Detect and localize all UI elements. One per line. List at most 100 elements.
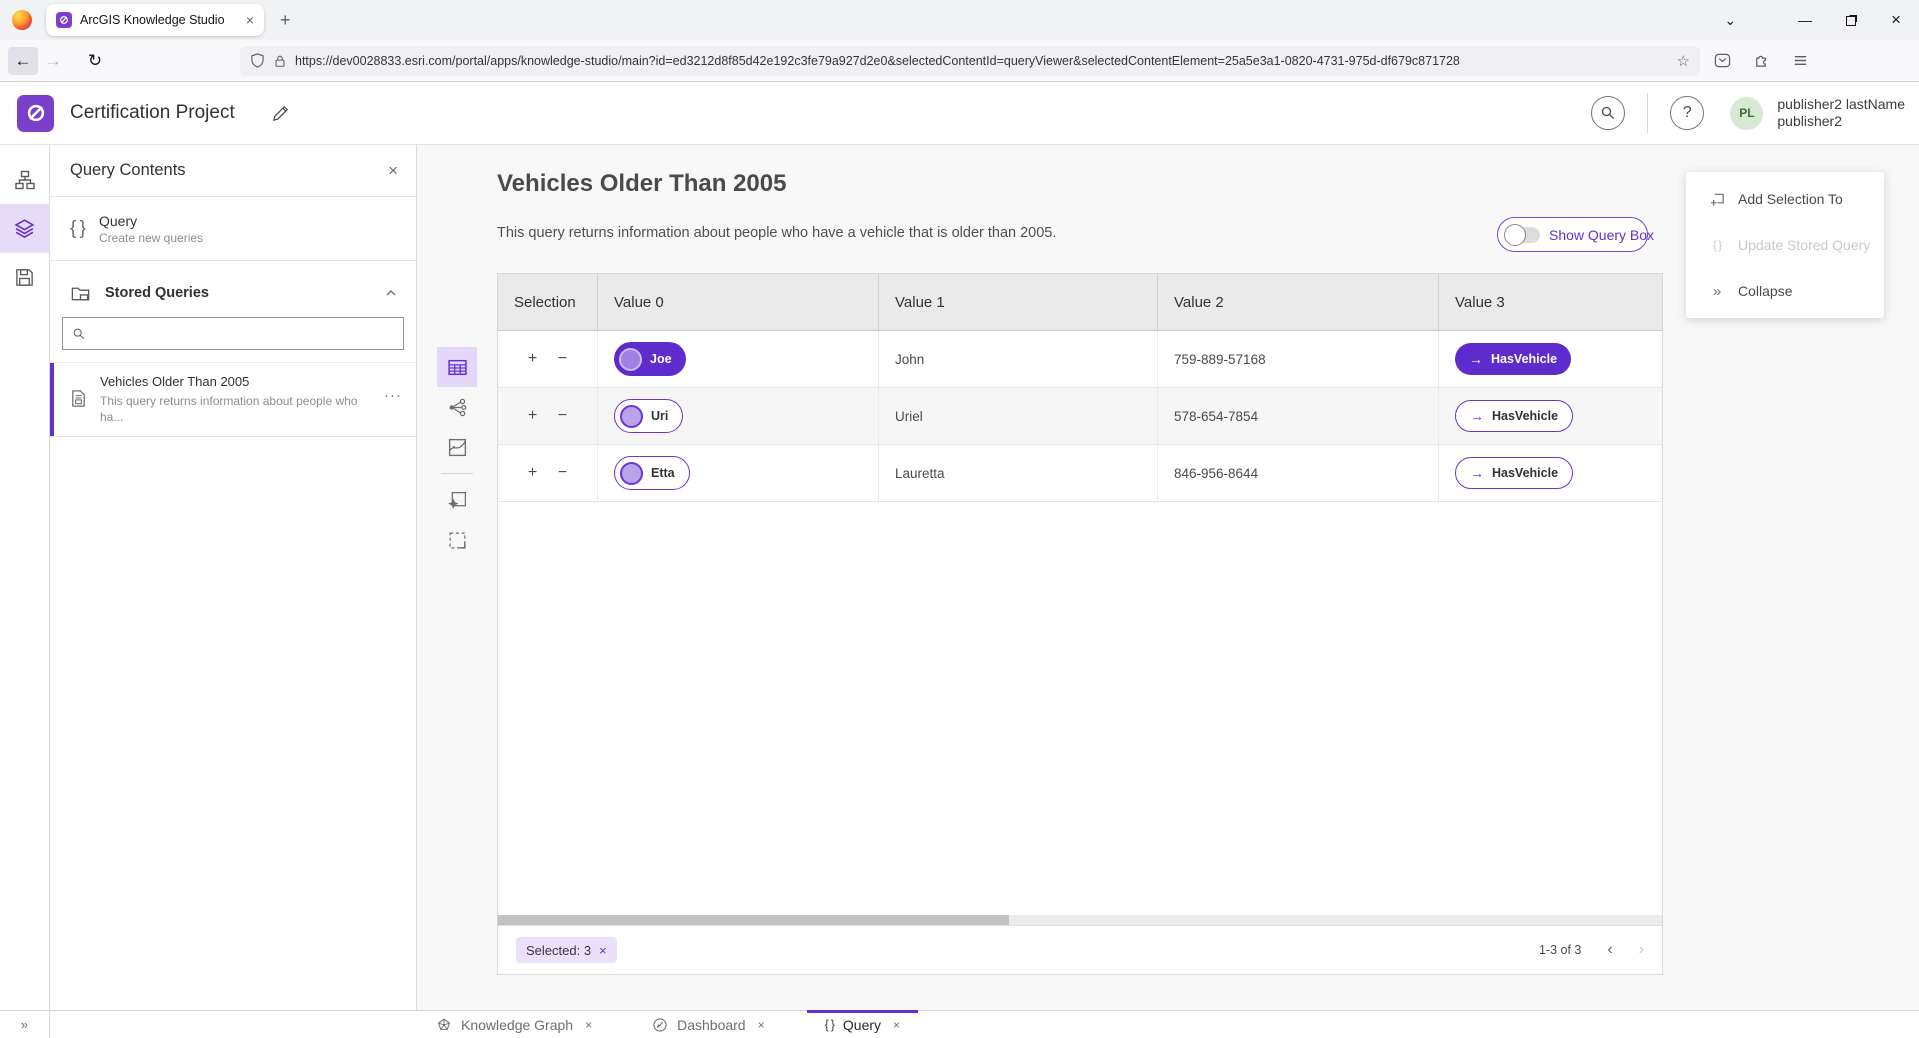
results-table-card: Selection Value 0 Value 1 Value 2 Value …	[497, 273, 1663, 975]
pocket-icon[interactable]	[1714, 52, 1731, 69]
remove-from-selection-icon[interactable]: −	[555, 407, 571, 425]
pagination-label: 1-3 of 3	[1539, 943, 1581, 957]
bookmark-star-icon[interactable]: ☆	[1677, 52, 1690, 70]
relationship-pill[interactable]: →HasVehicle	[1455, 343, 1571, 375]
braces-icon: { }	[825, 1017, 834, 1032]
firefox-icon[interactable]	[12, 10, 32, 30]
horizontal-scrollbar[interactable]	[498, 915, 1662, 925]
browser-tab[interactable]: ArcGIS Knowledge Studio ×	[46, 4, 264, 36]
cell-value: Uriel	[879, 388, 1158, 444]
link-chart-view-icon[interactable]	[437, 387, 477, 427]
query-item[interactable]: { } Query Create new queries	[50, 197, 416, 261]
view-toolbar	[437, 347, 477, 560]
table-empty-area	[498, 502, 1662, 915]
menu-hamburger-icon[interactable]	[1792, 52, 1809, 69]
remove-from-selection-icon[interactable]: −	[555, 464, 571, 482]
forward-button[interactable]: →	[38, 51, 68, 71]
window-close-icon[interactable]: ×	[1891, 10, 1901, 30]
stored-queries-search[interactable]	[62, 317, 404, 350]
panel-close-icon[interactable]: ×	[388, 161, 398, 181]
url-bar[interactable]: https://dev0028833.esri.com/portal/apps/…	[240, 46, 1700, 76]
menu-item-collapse[interactable]: » Collapse	[1686, 268, 1884, 314]
arrow-right-icon: →	[1470, 408, 1484, 424]
entity-pill[interactable]: Uri	[614, 399, 683, 433]
table-row[interactable]: + − Etta Lauretta 846-956-8644 →HasVehic…	[498, 445, 1662, 502]
tracking-shield-icon[interactable]	[250, 53, 265, 68]
selected-count-chip[interactable]: Selected: 3 ×	[516, 937, 617, 963]
entity-pill[interactable]: Joe	[614, 342, 686, 376]
window-restore-icon[interactable]	[1846, 15, 1857, 26]
add-to-selection-icon[interactable]: +	[525, 350, 541, 368]
expand-rail-icon[interactable]: »	[0, 1011, 50, 1038]
back-button[interactable]: ←	[8, 47, 38, 75]
reload-button[interactable]: ↻	[80, 51, 110, 71]
save-icon[interactable]	[0, 253, 50, 302]
help-button[interactable]: ?	[1670, 96, 1704, 130]
cell-value: 759-889-57168	[1158, 331, 1439, 387]
prev-page-icon[interactable]: ‹	[1607, 941, 1612, 959]
toolbar-divider	[441, 473, 473, 474]
chevron-up-icon[interactable]	[384, 286, 398, 300]
question-icon: ?	[1683, 104, 1692, 122]
add-to-selection-icon[interactable]: +	[525, 407, 541, 425]
relationship-pill[interactable]: →HasVehicle	[1455, 400, 1573, 432]
stored-queries-header[interactable]: Stored Queries	[50, 273, 416, 313]
tab-title: ArcGIS Knowledge Studio	[80, 13, 238, 27]
toggle-label: Show Query Box	[1549, 227, 1654, 243]
column-header[interactable]: Value 1	[879, 274, 1158, 330]
table-row[interactable]: + − Joe John 759-889-57168 →HasVehicle	[498, 331, 1662, 388]
collapse-double-chevron-icon: »	[1708, 283, 1726, 300]
next-page-icon[interactable]: ›	[1639, 941, 1644, 959]
user-info[interactable]: publisher2 lastName publisher2	[1777, 96, 1905, 130]
search-input[interactable]	[93, 326, 394, 341]
relationship-pill[interactable]: →HasVehicle	[1455, 457, 1573, 489]
tab-query[interactable]: { } Query ×	[807, 1011, 918, 1038]
edit-pencil-icon[interactable]	[271, 104, 290, 123]
tab-dashboard[interactable]: Dashboard ×	[634, 1011, 783, 1038]
tab-list-icon[interactable]: ⌄	[1724, 12, 1736, 29]
data-model-hierarchy-icon[interactable]	[0, 155, 50, 204]
clear-selection-icon[interactable]: ×	[599, 943, 607, 958]
add-selection-icon	[1708, 191, 1726, 208]
table-view-icon[interactable]	[437, 347, 477, 387]
tab-close-icon[interactable]: ×	[246, 13, 254, 27]
user-name: publisher2 lastName	[1777, 96, 1905, 113]
remove-from-selection-icon[interactable]: −	[555, 350, 571, 368]
new-tab-button[interactable]: +	[280, 10, 291, 31]
show-query-box-toggle[interactable]: Show Query Box	[1497, 217, 1648, 252]
user-avatar[interactable]: PL	[1730, 97, 1763, 130]
menu-item-update-stored-query[interactable]: { } Update Stored Query	[1686, 222, 1884, 268]
lock-icon[interactable]	[273, 54, 287, 68]
tab-close-icon[interactable]: ×	[758, 1018, 765, 1032]
scrollbar-thumb[interactable]	[498, 915, 1009, 925]
toggle-switch[interactable]	[1506, 227, 1540, 243]
stored-query-item[interactable]: Vehicles Older Than 2005 This query retu…	[50, 362, 416, 437]
column-header[interactable]: Selection	[498, 274, 598, 330]
add-to-selection-icon[interactable]: +	[525, 464, 541, 482]
tab-close-icon[interactable]: ×	[893, 1018, 900, 1032]
stored-queries-title: Stored Queries	[105, 285, 370, 301]
column-header[interactable]: Value 2	[1158, 274, 1439, 330]
column-header[interactable]: Value 3	[1439, 274, 1662, 330]
table-header-row: Selection Value 0 Value 1 Value 2 Value …	[498, 274, 1662, 331]
query-viewer-content: Vehicles Older Than 2005 This query retu…	[417, 145, 1919, 1010]
extensions-puzzle-icon[interactable]	[1753, 52, 1770, 69]
context-menu: Add Selection To { } Update Stored Query…	[1686, 172, 1884, 318]
item-options-icon[interactable]: ···	[384, 387, 402, 404]
window-minimize-icon[interactable]: —	[1798, 12, 1812, 28]
selection-box-icon[interactable]	[437, 520, 477, 560]
contents-layers-icon[interactable]	[0, 204, 50, 253]
search-button[interactable]	[1591, 96, 1625, 130]
column-header[interactable]: Value 0	[598, 274, 879, 330]
tab-knowledge-graph[interactable]: Knowledge Graph ×	[418, 1011, 610, 1038]
map-view-icon[interactable]	[437, 427, 477, 467]
stored-query-title: Vehicles Older Than 2005	[100, 374, 382, 389]
select-related-icon[interactable]	[437, 480, 477, 520]
tab-close-icon[interactable]: ×	[585, 1018, 592, 1032]
query-item-subtitle: Create new queries	[99, 231, 203, 245]
entity-pill[interactable]: Etta	[614, 456, 690, 490]
cell-value: Lauretta	[879, 445, 1158, 501]
entity-dot-icon	[620, 405, 643, 428]
menu-item-add-selection-to[interactable]: Add Selection To	[1686, 176, 1884, 222]
table-row[interactable]: + − Uri Uriel 578-654-7854 →HasVehicle	[498, 388, 1662, 445]
